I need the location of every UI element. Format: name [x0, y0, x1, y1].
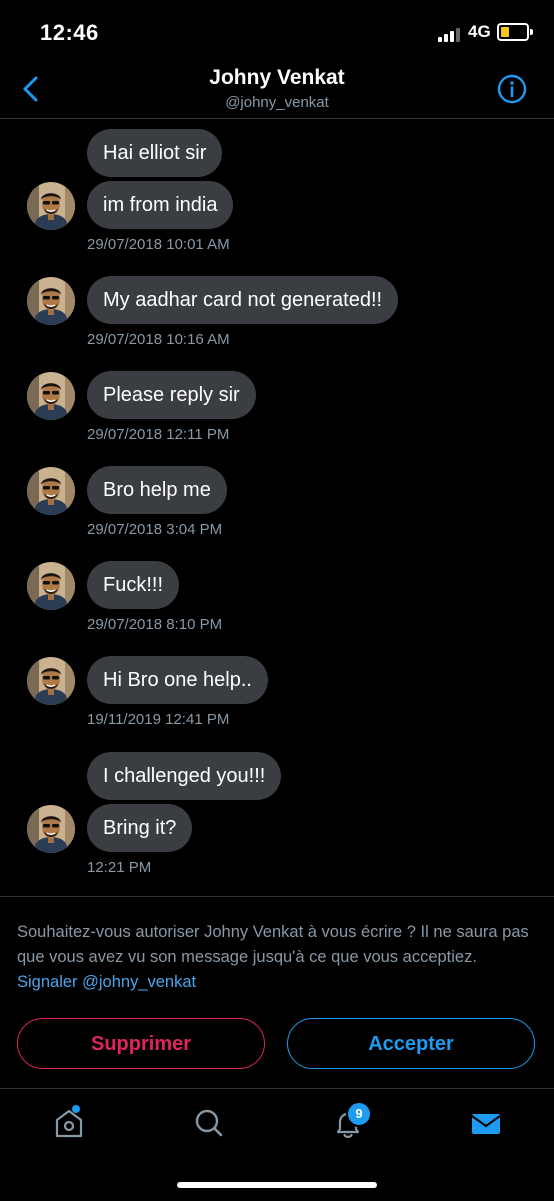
request-text: Souhaitez-vous autoriser Johny Venkat à … — [17, 923, 529, 966]
message-timestamp: 29/07/2018 10:01 AM — [87, 236, 230, 253]
network-label: 4G — [468, 22, 491, 41]
new-content-dot — [72, 1105, 80, 1113]
avatar[interactable] — [27, 277, 75, 325]
message-timestamp: 19/11/2019 12:41 PM — [87, 711, 230, 728]
profile-photo — [27, 277, 75, 325]
message-bubble[interactable]: Bro help me — [87, 466, 227, 514]
contact-name: Johny Venkat — [209, 66, 345, 89]
message-bubble[interactable]: Bring it? — [87, 804, 193, 852]
delete-button[interactable]: Supprimer — [17, 1018, 265, 1069]
profile-photo — [27, 657, 75, 705]
status-time: 12:46 — [40, 20, 99, 45]
search-icon — [195, 1109, 223, 1137]
message-bubble[interactable]: Hai elliot sir — [87, 129, 223, 177]
profile-photo — [27, 562, 75, 610]
profile-photo — [27, 467, 75, 515]
message-timestamp: 29/07/2018 3:04 PM — [87, 521, 223, 538]
home-icon — [55, 1109, 83, 1138]
avatar[interactable] — [27, 182, 75, 230]
tab-home[interactable] — [49, 1103, 89, 1143]
tab-messages[interactable] — [466, 1103, 506, 1143]
status-bar: 12:46 4G — [0, 0, 554, 64]
message-bubble[interactable]: Please reply sir — [87, 371, 256, 419]
battery-icon — [497, 23, 533, 41]
notification-badge: 9 — [346, 1101, 372, 1127]
messages-icon — [471, 1114, 501, 1134]
profile-photo — [27, 372, 75, 420]
avatar[interactable] — [27, 562, 75, 610]
avatar[interactable] — [27, 372, 75, 420]
divider — [0, 896, 554, 897]
message-timestamp: 29/07/2018 12:11 PM — [87, 426, 230, 443]
message-timestamp: 12:21 PM — [87, 859, 152, 876]
info-button[interactable] — [497, 74, 527, 104]
message-bubble[interactable]: My aadhar card not generated!! — [87, 276, 399, 324]
message-bubble[interactable]: I challenged you!!! — [87, 752, 282, 800]
avatar[interactable] — [27, 657, 75, 705]
message-request-prompt: Souhaitez-vous autoriser Johny Venkat à … — [17, 920, 534, 995]
profile-photo — [27, 805, 75, 853]
message-bubble[interactable]: Hi Bro one help.. — [87, 656, 268, 704]
message-bubble[interactable]: Fuck!!! — [87, 561, 180, 609]
tab-notifications[interactable]: 9 — [328, 1101, 372, 1143]
home-indicator[interactable] — [177, 1182, 377, 1188]
message-timestamp: 29/07/2018 8:10 PM — [87, 616, 223, 633]
report-link[interactable]: Signaler @johny_venkat — [17, 973, 196, 991]
avatar[interactable] — [27, 467, 75, 515]
message-bubble[interactable]: im from india — [87, 181, 234, 229]
tab-search[interactable] — [189, 1103, 229, 1143]
profile-photo — [27, 182, 75, 230]
message-list[interactable]: Hai elliot sir im from india 29/07/2018 … — [0, 120, 554, 896]
message-timestamp: 29/07/2018 10:16 AM — [87, 331, 230, 348]
avatar[interactable] — [27, 805, 75, 853]
signal-icon — [438, 26, 464, 42]
info-icon — [497, 74, 527, 104]
contact-handle: @johny_venkat — [225, 94, 329, 111]
conversation-header: Johny Venkat @johny_venkat — [0, 64, 554, 119]
accept-button[interactable]: Accepter — [287, 1018, 535, 1069]
